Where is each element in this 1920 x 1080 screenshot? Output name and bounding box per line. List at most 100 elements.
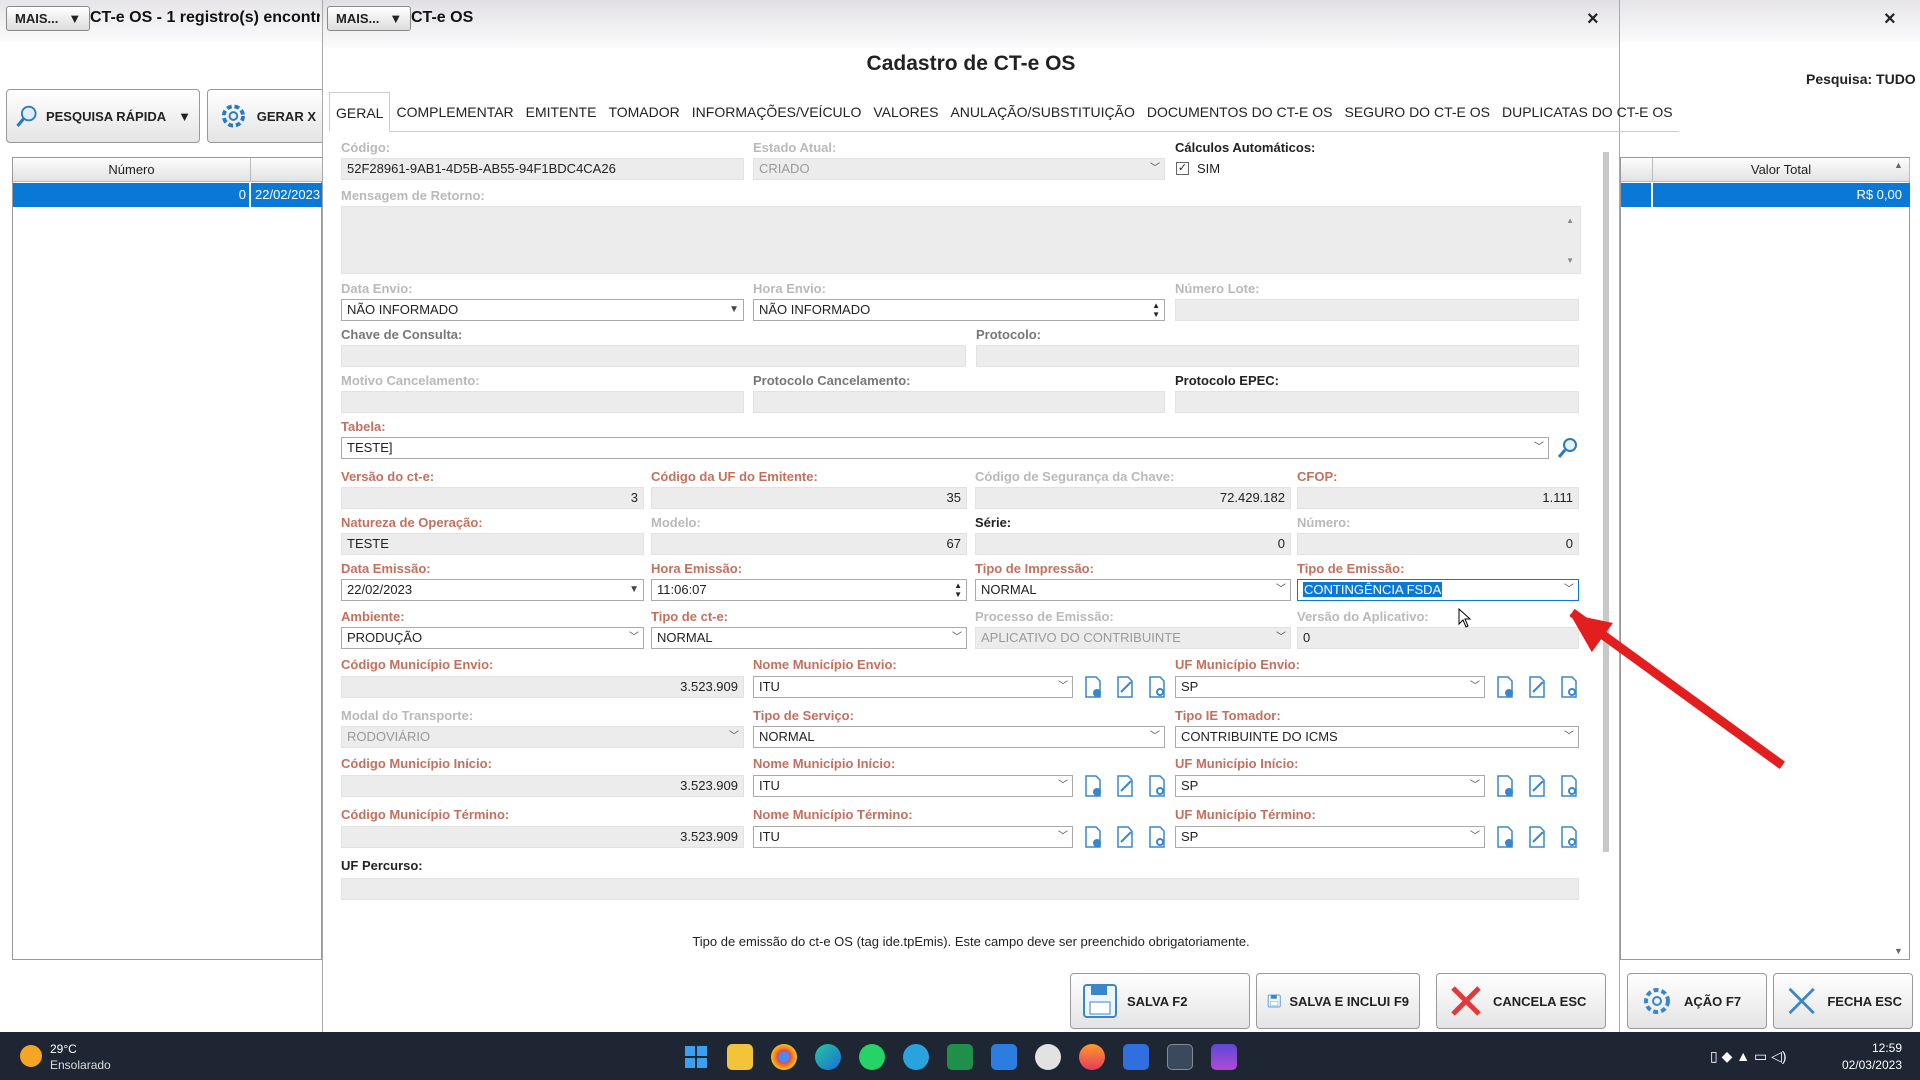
- natureza-operacao-field[interactable]: TESTE: [341, 533, 644, 555]
- numero-field[interactable]: 0: [1297, 533, 1579, 555]
- column-header-numero[interactable]: Número: [13, 158, 251, 182]
- modelo-field[interactable]: 67: [651, 533, 967, 555]
- cfop-field[interactable]: 1.111: [1297, 487, 1579, 509]
- tipo-ie-tomador-select[interactable]: CONTRIBUINTE DO ICMS ﹀: [1175, 726, 1579, 748]
- clock-time[interactable]: 12:59: [1862, 1041, 1902, 1055]
- mensagem-retorno-textarea[interactable]: ▲ ▼: [341, 206, 1581, 274]
- nome-municipio-termino-select[interactable]: ITU ﹀: [753, 826, 1073, 848]
- modal-more-button[interactable]: MAIS... ▼: [327, 6, 412, 31]
- save-button[interactable]: SALVA F2: [1070, 973, 1250, 1029]
- motivo-cancelamento-field[interactable]: [341, 391, 744, 413]
- tipo-servico-select[interactable]: NORMAL ﹀: [753, 726, 1165, 748]
- grid-cell-blank[interactable]: [1621, 183, 1651, 207]
- telegram-icon[interactable]: [903, 1044, 929, 1070]
- modal-transporte-select[interactable]: RODOVIÁRIO ﹀: [341, 726, 744, 748]
- tab-tomador[interactable]: TOMADOR: [602, 92, 685, 132]
- scroll-down-icon[interactable]: ▼: [1894, 946, 1903, 956]
- codigo-uf-emitente-field[interactable]: 35: [651, 487, 967, 509]
- action-button[interactable]: AÇÃO F7: [1627, 973, 1767, 1029]
- search-document-icon[interactable]: [1557, 675, 1581, 699]
- add-document-icon[interactable]: [1493, 825, 1517, 849]
- add-document-icon[interactable]: [1493, 774, 1517, 798]
- spinner-arrows-icon[interactable]: ▲ ▼: [954, 581, 962, 599]
- column-header-data[interactable]: [251, 158, 323, 182]
- tab-duplicatas[interactable]: DUPLICATAS DO CT-E OS: [1496, 92, 1679, 132]
- clock-date[interactable]: 02/03/2023: [1830, 1058, 1902, 1072]
- erp-app-icon[interactable]: [1167, 1044, 1193, 1070]
- search-icon[interactable]: [1556, 436, 1580, 460]
- panel-scrollbar[interactable]: [1603, 152, 1609, 852]
- protocolo-cancelamento-field[interactable]: [753, 391, 1165, 413]
- grid-cell-data[interactable]: 22/02/2023: [251, 183, 323, 207]
- tab-seguro[interactable]: SEGURO DO CT-E OS: [1339, 92, 1496, 132]
- scroll-up-icon[interactable]: ▲: [1894, 160, 1903, 170]
- search-document-icon[interactable]: [1145, 825, 1169, 849]
- weather-temperature[interactable]: 29°C: [50, 1042, 77, 1056]
- scroll-down-icon[interactable]: ▼: [1566, 251, 1574, 271]
- spinner-arrows-icon[interactable]: ▲ ▼: [1152, 301, 1160, 319]
- ambiente-select[interactable]: PRODUÇÃO ﹀: [341, 627, 644, 649]
- grid-cell-numero[interactable]: 0: [13, 183, 249, 207]
- modal-close-icon[interactable]: ×: [1587, 8, 1599, 31]
- search-document-icon[interactable]: [1557, 774, 1581, 798]
- edge-icon[interactable]: [815, 1044, 841, 1070]
- uf-municipio-termino-select[interactable]: SP ﹀: [1175, 826, 1485, 848]
- add-document-icon[interactable]: [1081, 675, 1105, 699]
- search-document-icon[interactable]: [1145, 675, 1169, 699]
- spreadsheet-icon[interactable]: [947, 1044, 973, 1070]
- tab-anulacao-substituicao[interactable]: ANULAÇÃO/SUBSTITUIÇÃO: [944, 92, 1140, 132]
- numero-lote-field[interactable]: [1175, 299, 1579, 321]
- nome-municipio-envio-select[interactable]: ITU ﹀: [753, 676, 1073, 698]
- system-tray-icons[interactable]: ▯ ◆ ▲ ▭ ◁): [1710, 1048, 1787, 1065]
- background-more-button[interactable]: MAIS... ▼: [6, 6, 91, 31]
- tab-complementar[interactable]: COMPLEMENTAR: [390, 92, 519, 132]
- background-close-icon[interactable]: ×: [1884, 8, 1896, 31]
- versao-aplicativo-field[interactable]: 0: [1297, 627, 1579, 649]
- versao-cte-field[interactable]: 3: [341, 487, 644, 509]
- column-header-valor-total[interactable]: Valor Total: [1653, 158, 1910, 182]
- hora-envio-spinner[interactable]: NÃO INFORMADO ▲ ▼: [753, 299, 1165, 321]
- tab-emitente[interactable]: EMITENTE: [520, 92, 603, 132]
- windows-start-icon[interactable]: [683, 1044, 709, 1070]
- add-document-icon[interactable]: [1081, 825, 1105, 849]
- edit-document-icon[interactable]: [1525, 675, 1549, 699]
- whatsapp-icon[interactable]: [859, 1044, 885, 1070]
- chrome-icon[interactable]: [771, 1044, 797, 1070]
- nome-municipio-inicio-select[interactable]: ITU ﹀: [753, 775, 1073, 797]
- app-icon[interactable]: [991, 1044, 1017, 1070]
- hora-emissao-spinner[interactable]: 11:06:07 ▲ ▼: [651, 579, 967, 601]
- firefox-icon[interactable]: [1079, 1044, 1105, 1070]
- app-icon[interactable]: [1035, 1044, 1061, 1070]
- search-document-icon[interactable]: [1557, 825, 1581, 849]
- grid-cell-valor-total[interactable]: R$ 0,00: [1653, 183, 1910, 207]
- codigo-field[interactable]: 52F28961-9AB1-4D5B-AB55-94F1BDC4CA26: [341, 158, 744, 180]
- tabela-select[interactable]: TESTE] ﹀: [341, 437, 1549, 459]
- add-document-icon[interactable]: [1493, 675, 1517, 699]
- tipo-impressao-select[interactable]: NORMAL ﹀: [975, 579, 1291, 601]
- edit-document-icon[interactable]: [1113, 825, 1137, 849]
- data-emissao-picker[interactable]: 22/02/2023 ▼: [341, 579, 644, 601]
- scroll-up-icon[interactable]: ▲: [1566, 211, 1574, 231]
- weather-condition[interactable]: Ensolarado: [50, 1058, 111, 1072]
- app-icon[interactable]: [1211, 1044, 1237, 1070]
- edit-document-icon[interactable]: [1525, 825, 1549, 849]
- uf-municipio-envio-select[interactable]: SP ﹀: [1175, 676, 1485, 698]
- file-explorer-icon[interactable]: [727, 1044, 753, 1070]
- serie-field[interactable]: 0: [975, 533, 1291, 555]
- tab-documentos[interactable]: DOCUMENTOS DO CT-E OS: [1141, 92, 1339, 132]
- tipo-emissao-select[interactable]: CONTINGÊNCIA FSDA ﹀: [1297, 579, 1579, 601]
- codigo-seguranca-field[interactable]: 72.429.182: [975, 487, 1291, 509]
- calculos-automaticos-checkbox[interactable]: ✓: [1176, 162, 1189, 175]
- search-document-icon[interactable]: [1145, 774, 1169, 798]
- close-window-button[interactable]: FECHA ESC: [1773, 973, 1913, 1029]
- cod-municipio-envio-field[interactable]: 3.523.909: [341, 676, 744, 698]
- notepad-icon[interactable]: [1123, 1044, 1149, 1070]
- uf-municipio-inicio-select[interactable]: SP ﹀: [1175, 775, 1485, 797]
- quick-search-button[interactable]: PESQUISA RÁPIDA ▼: [6, 89, 200, 143]
- weather-sun-icon[interactable]: [20, 1045, 42, 1067]
- estado-atual-select[interactable]: CRIADO ﹀: [753, 158, 1165, 180]
- protocolo-epec-field[interactable]: [1175, 391, 1579, 413]
- cod-municipio-inicio-field[interactable]: 3.523.909: [341, 775, 744, 797]
- tipo-cte-select[interactable]: NORMAL ﹀: [651, 627, 967, 649]
- chave-consulta-field[interactable]: [341, 345, 966, 367]
